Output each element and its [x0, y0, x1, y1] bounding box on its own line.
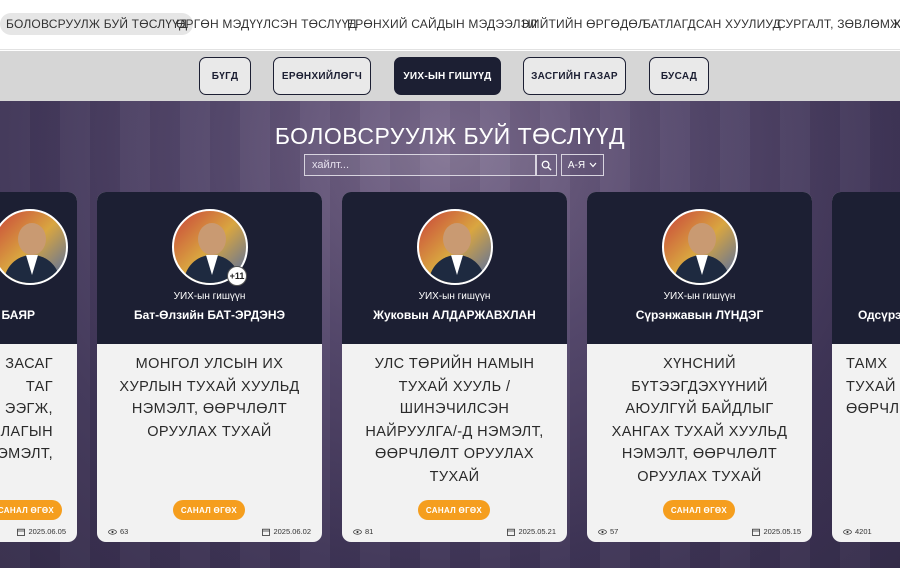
project-card[interactable]: Одсүрэ ТАМХ ТУХАЙ ӨӨРЧЛӨ 4201 — [832, 192, 900, 542]
vote-button[interactable]: САНАЛ ӨГӨХ — [0, 500, 62, 520]
card-date-text: 2025.06.05 — [28, 527, 66, 536]
project-card[interactable]: +11 УИХ-ын гишүүн Бат-Өлзийн БАТ-ЭРДЭНЭ … — [97, 192, 322, 542]
card-author-role: УИХ-ын гишүүн — [663, 291, 736, 302]
card-law-title: МОНГОЛ УЛСЫН ИХ ХУРЛЫН ТУХАЙ ХУУЛЬД НЭМЭ… — [119, 356, 300, 440]
sort-select[interactable]: А-Я — [561, 154, 604, 176]
card-views: 81 — [353, 527, 373, 536]
card-law-title: ХҮНСНИЙ БҮТЭЭГДЭХҮҮНИЙ АЮУЛГҮЙ БАЙДЛЫГ Х… — [611, 356, 788, 485]
eye-icon — [353, 528, 362, 535]
search-button[interactable] — [536, 154, 557, 176]
calendar-icon — [752, 528, 761, 536]
sort-select-value: А-Я — [567, 159, 586, 171]
avatar — [662, 209, 738, 285]
eye-icon — [598, 528, 607, 535]
card-author-name: Одсүрэ — [858, 308, 900, 322]
filter-parliament-members-button[interactable]: УИХ-ЫН ГИШҮҮД — [394, 57, 501, 95]
card-header: БАЯР — [0, 192, 77, 344]
card-law-title: ТАМХ ТУХАЙ ӨӨРЧЛӨ — [846, 356, 900, 417]
project-card[interactable]: БАЯР ЗАСАГ ТАГ ЭЭГЖ, ЛАГЫН ЭМЭЛТ, САНАЛ … — [0, 192, 77, 542]
nav-tab-drafting[interactable]: БОЛОВСРУУЛЖ БУЙ ТӨСЛҮҮД — [0, 13, 194, 35]
vote-button[interactable]: САНАЛ ӨГӨХ — [418, 500, 490, 520]
filter-bar: БҮГД ЕРӨНХИЙЛӨГЧ УИХ-ЫН ГИШҮҮД ЗАСГИЙН Г… — [0, 51, 900, 101]
calendar-icon — [507, 528, 516, 536]
card-header: УИХ-ын гишүүн Жуковын АЛДАРЖАВХЛАН — [342, 192, 567, 344]
card-author-name: Бат-Өлзийн БАТ-ЭРДЭНЭ — [133, 308, 286, 322]
card-law-title: ЗАСАГ ТАГ ЭЭГЖ, ЛАГЫН ЭМЭЛТ, — [0, 356, 53, 462]
page-title: БОЛОВСРУУЛЖ БУЙ ТӨСЛҮҮД — [274, 123, 626, 149]
nav-tab-approved-laws[interactable]: БАТЛАГДСАН ХУУЛИУД — [643, 13, 781, 35]
top-nav: БОЛОВСРУУЛЖ БУЙ ТӨСЛҮҮД ӨРГӨН МЭДҮҮЛСЭН … — [0, 0, 900, 50]
card-author-role: УИХ-ын гишүүн — [173, 291, 246, 302]
project-card[interactable]: УИХ-ын гишүүн Жуковын АЛДАРЖАВХЛАН УЛС Т… — [342, 192, 567, 542]
nav-tab-more[interactable]: Х — [893, 13, 900, 35]
card-author-name: БАЯР — [1, 308, 35, 322]
card-date: 2025.05.15 — [752, 527, 801, 536]
card-header: УИХ-ын гишүүн Сүрэнжавын ЛҮНДЭГ — [587, 192, 812, 344]
card-date-text: 2025.05.21 — [518, 527, 556, 536]
search-icon — [541, 160, 552, 171]
vote-button[interactable]: САНАЛ ӨГӨХ — [173, 500, 245, 520]
search-input[interactable]: хайлт... — [304, 154, 536, 176]
card-views: 63 — [108, 527, 128, 536]
avatar — [417, 209, 493, 285]
eye-icon — [843, 528, 852, 535]
nav-tab-submitted[interactable]: ӨРГӨН МЭДҮҮЛСЭН ТӨСЛҮҮД — [176, 13, 357, 35]
calendar-icon — [17, 528, 26, 536]
nav-tab-training[interactable]: СУРГАЛТ, ЗӨВЛӨМЖ — [777, 13, 900, 35]
filter-other-button[interactable]: БУСАД — [649, 57, 709, 95]
card-views: 4201 — [843, 527, 872, 536]
filter-president-button[interactable]: ЕРӨНХИЙЛӨГЧ — [273, 57, 371, 95]
chevron-down-icon — [589, 162, 597, 168]
hero-section: БОЛОВСРУУЛЖ БУЙ ТӨСЛҮҮД хайлт... А-Я БАЯ… — [0, 101, 900, 568]
card-author-role: УИХ-ын гишүүн — [418, 291, 491, 302]
project-card[interactable]: УИХ-ын гишүүн Сүрэнжавын ЛҮНДЭГ ХҮНСНИЙ … — [587, 192, 812, 542]
avatar — [0, 209, 68, 285]
card-header: +11 УИХ-ын гишүүн Бат-Өлзийн БАТ-ЭРДЭНЭ — [97, 192, 322, 344]
calendar-icon — [262, 528, 271, 536]
card-author-name: Жуковын АЛДАРЖАВХЛАН — [373, 308, 536, 322]
card-law-title: УЛС ТӨРИЙН НАМЫН ТУХАЙ ХУУЛЬ /ШИНЭЧИЛСЭН… — [365, 356, 544, 485]
card-date: 2025.06.02 — [262, 527, 311, 536]
card-author-name: Сүрэнжавын ЛҮНДЭГ — [635, 308, 764, 322]
card-views-count: 57 — [610, 527, 619, 536]
filter-all-button[interactable]: БҮГД — [199, 57, 251, 95]
eye-icon — [108, 528, 117, 535]
nav-tab-petitions[interactable]: НИЙТИЙН ӨРГӨДӨЛ — [522, 13, 646, 35]
card-date-text: 2025.06.02 — [273, 527, 311, 536]
card-views: 57 — [598, 527, 618, 536]
card-date: 2025.05.21 — [507, 527, 556, 536]
card-views-count: 81 — [365, 527, 374, 536]
card-views-count: 63 — [120, 527, 129, 536]
card-date: 2025.06.05 — [17, 527, 66, 536]
co-author-count-badge[interactable]: +11 — [227, 266, 247, 286]
card-date-text: 2025.05.15 — [763, 527, 801, 536]
card-views-count: 4201 — [855, 527, 872, 536]
vote-button[interactable]: САНАЛ ӨГӨХ — [663, 500, 735, 520]
nav-tab-pm-info[interactable]: ЕРӨНХИЙ САЙДЫН МЭДЭЭЛЭЛ — [347, 13, 537, 35]
filter-government-button[interactable]: ЗАСГИЙН ГАЗАР — [523, 57, 626, 95]
card-header: Одсүрэ — [832, 192, 900, 344]
